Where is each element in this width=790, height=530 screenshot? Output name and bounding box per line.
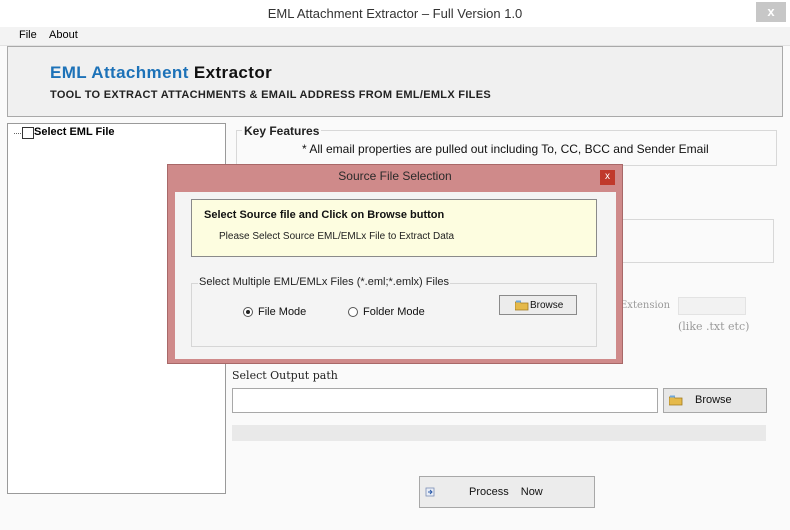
dialog-subtext: Please Select Source EML/EMLx File to Ex…: [219, 231, 455, 242]
mode-group-title: Select Multiple EML/EMLx Files (*.eml;*.…: [198, 276, 451, 288]
menu-bar: File About: [0, 27, 790, 46]
window-close-button[interactable]: x: [756, 2, 786, 22]
extension-label: Extension: [620, 300, 671, 311]
progress-bar: [232, 425, 766, 441]
output-path-input[interactable]: [232, 388, 658, 413]
output-browse-button[interactable]: Browse: [663, 388, 767, 413]
window-title: EML Attachment Extractor – Full Version …: [267, 6, 523, 21]
folder-icon: [515, 300, 529, 311]
file-mode-radio[interactable]: [243, 307, 253, 317]
app-name-accent: EML Attachment: [50, 63, 189, 82]
key-features-text: * All email properties are pulled out in…: [302, 142, 709, 156]
header-banner: EML Attachment Extractor TOOL TO EXTRACT…: [7, 46, 783, 117]
dialog-browse-button[interactable]: Browse: [499, 295, 577, 315]
tree-root-checkbox[interactable]: [22, 127, 34, 139]
folder-icon: [669, 395, 683, 406]
tree-root-label[interactable]: Select EML File: [34, 126, 115, 138]
folder-mode-label[interactable]: Folder Mode: [363, 306, 425, 318]
menu-about[interactable]: About: [49, 29, 78, 41]
options-group-box: [620, 219, 774, 263]
app-name: EML Attachment Extractor: [50, 63, 272, 83]
process-icon: [425, 487, 435, 497]
dialog-close-button[interactable]: x: [600, 170, 615, 185]
menu-file[interactable]: File: [19, 29, 37, 41]
dialog-browse-label: Browse: [530, 300, 564, 311]
output-path-label: Select Output path: [232, 369, 338, 382]
dialog-heading: Select Source file and Click on Browse b…: [204, 209, 445, 221]
output-browse-label: Browse: [695, 394, 732, 406]
source-file-dialog: Source File Selection x Select Source fi…: [167, 164, 623, 364]
file-mode-label[interactable]: File Mode: [258, 306, 306, 318]
dialog-title: Source File Selection: [338, 169, 452, 183]
app-name-rest: Extractor: [193, 63, 273, 82]
process-label-part1: Process: [469, 486, 509, 498]
tree-connector-line: [14, 133, 21, 134]
process-now-button[interactable]: Process Now: [419, 476, 595, 508]
dialog-notice: Select Source file and Click on Browse b…: [191, 199, 597, 257]
file-mode-radio-dot: [246, 310, 250, 314]
process-label-part2: Now: [520, 486, 543, 498]
tagline: TOOL TO EXTRACT ATTACHMENTS & EMAIL ADDR…: [50, 89, 491, 101]
dialog-body: Select Source file and Click on Browse b…: [175, 192, 616, 359]
process-now-label: Process Now: [469, 486, 543, 498]
title-bar: EML Attachment Extractor – Full Version …: [0, 0, 790, 27]
extension-input[interactable]: [678, 297, 746, 315]
key-features-title: Key Features: [242, 124, 322, 138]
extension-hint: (like .txt etc): [678, 320, 750, 333]
folder-mode-radio[interactable]: [348, 307, 358, 317]
